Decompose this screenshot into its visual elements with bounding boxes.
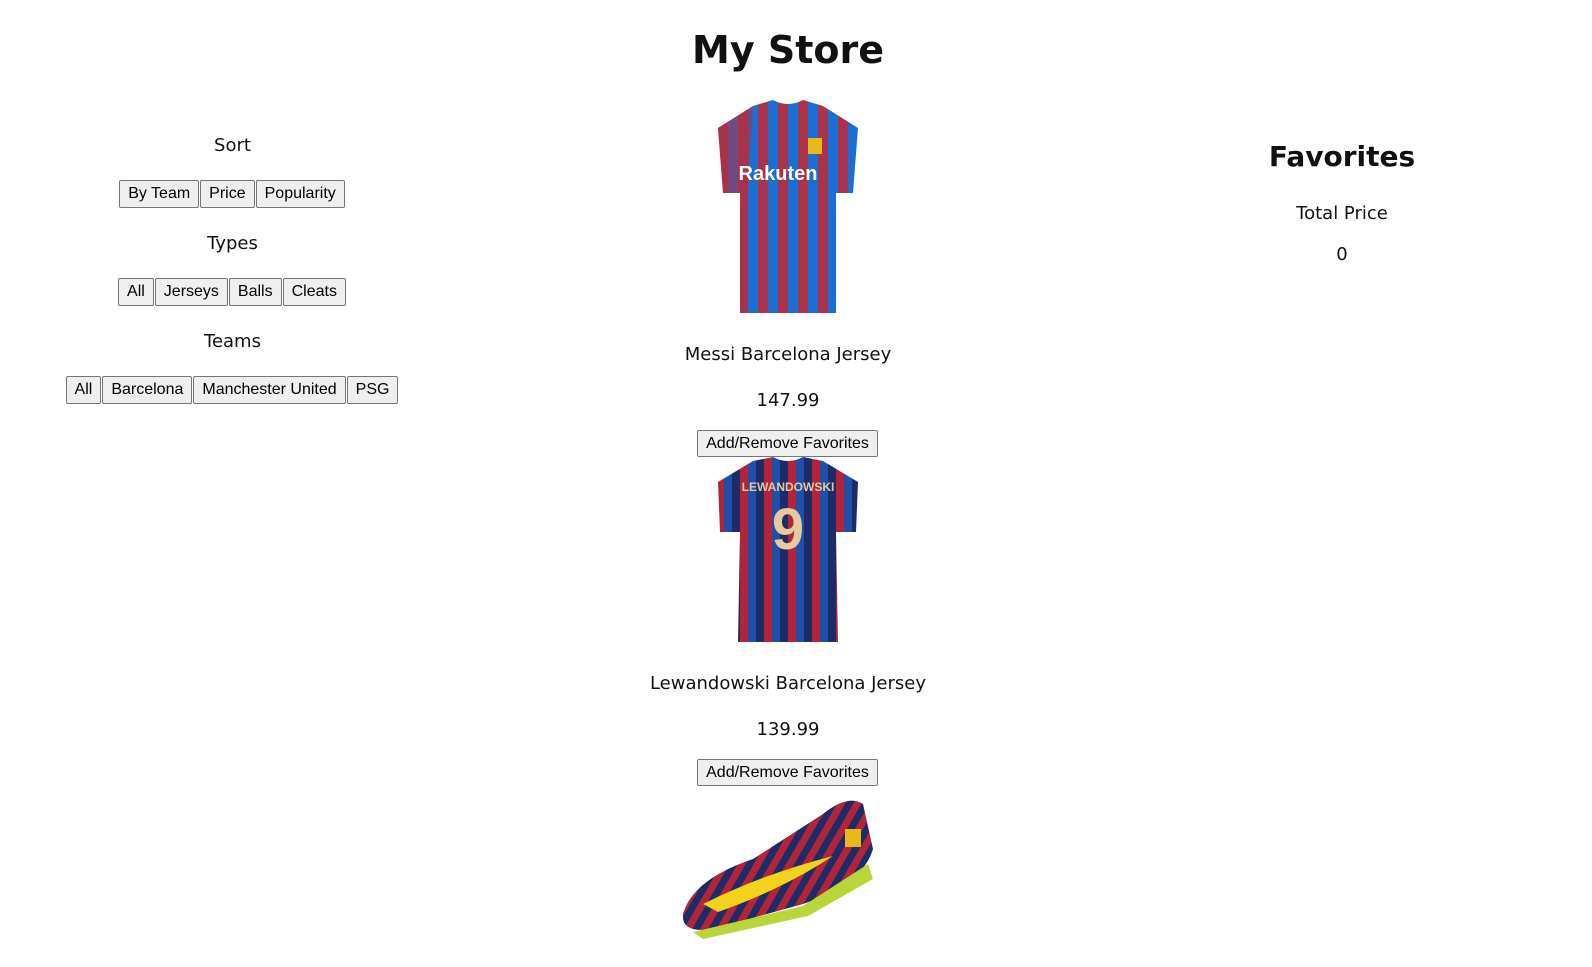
player-print: LEWANDOWSKI: [742, 480, 835, 494]
sponsor-logo: Rakuten: [739, 163, 818, 185]
product-price: 147.99: [756, 390, 820, 411]
sort-by-team-button[interactable]: By Team: [119, 180, 200, 208]
favorites-panel: Favorites Total Price 0: [1130, 140, 1554, 265]
favorites-title: Favorites: [1268, 140, 1416, 173]
type-jerseys-button[interactable]: Jerseys: [154, 278, 228, 306]
product-list: Rakuten Messi Barcelona Jersey 147.99 Ad…: [630, 98, 946, 944]
teams-label: Teams: [204, 331, 261, 352]
sort-label: Sort: [214, 135, 251, 156]
type-cleats-button[interactable]: Cleats: [282, 278, 346, 306]
type-all-button[interactable]: All: [118, 278, 154, 306]
product-card: [630, 794, 946, 944]
lewandowski-jersey-image: LEWANDOWSKI 9: [718, 457, 858, 642]
sort-price-button[interactable]: Price: [200, 180, 255, 208]
types-label: Types: [207, 233, 258, 254]
add-remove-favorites-button[interactable]: Add/Remove Favorites: [697, 430, 878, 457]
team-barcelona-button[interactable]: Barcelona: [102, 376, 193, 404]
page-title: My Store: [692, 28, 884, 72]
total-price-label: Total Price: [1296, 203, 1388, 224]
sort-popularity-button[interactable]: Popularity: [255, 180, 345, 208]
filters-panel: Sort By Team Price Popularity Types All Jer…: [0, 133, 465, 427]
product-card: Rakuten Messi Barcelona Jersey 147.99 Ad…: [630, 98, 946, 457]
add-remove-favorites-button[interactable]: Add/Remove Favorites: [697, 759, 878, 786]
messi-jersey-image: Rakuten: [718, 100, 858, 313]
player-number: 9: [772, 497, 804, 562]
type-balls-button[interactable]: Balls: [228, 278, 282, 306]
team-psg-button[interactable]: PSG: [346, 376, 399, 404]
total-price-value: 0: [1336, 244, 1348, 265]
team-manchester-united-button[interactable]: Manchester United: [193, 376, 346, 404]
product-price: 139.99: [756, 719, 820, 740]
barcelona-cleats-image: [682, 800, 873, 939]
team-all-button[interactable]: All: [65, 376, 102, 404]
product-card: LEWANDOWSKI 9 Lewandowski Barcelona Jers…: [630, 457, 946, 786]
product-name: Lewandowski Barcelona Jersey: [649, 673, 927, 694]
product-name: Messi Barcelona Jersey: [684, 344, 892, 365]
